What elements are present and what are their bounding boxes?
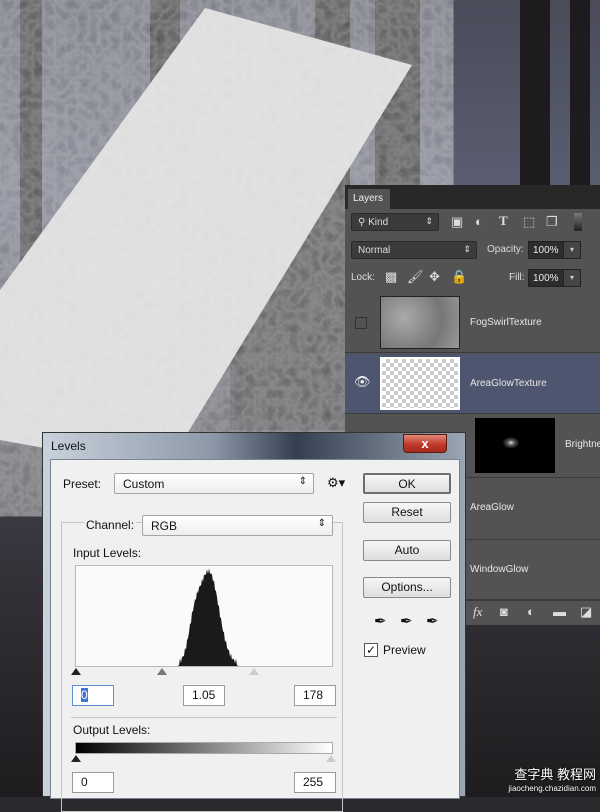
tab-layers[interactable]: Layers	[348, 189, 390, 209]
input-black-slider[interactable]	[71, 668, 81, 675]
smart-object-filter-icon[interactable]: ❐	[546, 214, 558, 230]
output-white-slider[interactable]	[326, 755, 336, 762]
histogram	[75, 565, 333, 667]
adjustment-layer-icon[interactable]: ◐	[527, 604, 535, 619]
add-mask-icon[interactable]: ◙	[500, 604, 508, 619]
fill-input[interactable]: 100%	[528, 269, 564, 287]
pixel-filter-icon[interactable]: ▣	[451, 214, 463, 230]
opacity-input[interactable]: 100%	[528, 241, 564, 259]
lock-transparent-icon[interactable]: ▩	[385, 269, 397, 285]
levels-dialog: Levels x Preset: Custom ⇕ ⚙▾ OK Reset Aut…	[42, 432, 466, 812]
lock-brush-icon[interactable]: 🖌	[407, 269, 424, 285]
layer-name: WindowGlow	[470, 564, 529, 575]
layer-thumbnail	[380, 296, 460, 349]
layer-name: FogSwirlTexture	[470, 317, 542, 328]
filter-kind-select[interactable]: ⚲ Kind ⇕	[351, 213, 439, 231]
preview-label: Preview	[383, 643, 426, 657]
layer-mask-thumbnail	[475, 418, 555, 473]
input-white-slider[interactable]	[249, 668, 259, 675]
lock-label: Lock:	[351, 272, 375, 283]
layer-name: AreaGlow	[470, 502, 514, 513]
lock-position-icon[interactable]: ✥	[429, 269, 440, 285]
preset-label: Preset:	[63, 477, 102, 491]
reset-button[interactable]: Reset	[363, 502, 451, 523]
watermark: 查字典 教程网 jiaocheng.chazidian.com	[508, 767, 596, 793]
visibility-toggle[interactable]	[355, 317, 367, 329]
layer-row-selected[interactable]: 👁 AreaGlowTexture	[345, 354, 600, 414]
fill-dropdown[interactable]: ▾	[563, 269, 581, 287]
close-button[interactable]: x	[403, 434, 447, 453]
gray-eyedropper-icon[interactable]: ✒	[400, 612, 413, 630]
channel-select[interactable]: RGB ⇕	[142, 515, 333, 536]
auto-button[interactable]: Auto	[363, 540, 451, 561]
fill-label: Fill:	[509, 272, 525, 283]
gear-icon[interactable]: ⚙▾	[327, 475, 345, 491]
input-white-field[interactable]: 178	[294, 685, 336, 706]
input-gamma-field[interactable]: 1.05	[183, 685, 225, 706]
output-black-field[interactable]: 0	[72, 772, 114, 793]
divider	[71, 717, 337, 718]
options-button[interactable]: Options...	[363, 577, 451, 598]
filter-toggle[interactable]	[574, 213, 582, 231]
preset-select[interactable]: Custom ⇕	[114, 473, 314, 494]
layer-row[interactable]: FogSwirlTexture	[345, 293, 600, 353]
eye-icon[interactable]: 👁	[354, 374, 371, 390]
white-eyedropper-icon[interactable]: ✒	[426, 612, 439, 630]
adjustment-filter-icon[interactable]: ◐	[475, 214, 483, 229]
layer-thumbnail	[380, 357, 460, 410]
fx-icon[interactable]: fx	[473, 604, 482, 620]
histogram-shape	[177, 568, 239, 666]
output-levels-label: Output Levels:	[73, 723, 151, 737]
shape-filter-icon[interactable]: ⬚	[523, 214, 535, 230]
new-layer-icon[interactable]: ◪	[580, 604, 592, 620]
output-black-slider[interactable]	[71, 755, 81, 762]
lock-all-icon[interactable]: 🔒	[451, 269, 467, 285]
output-gradient	[75, 742, 333, 754]
channel-label: Channel:	[84, 518, 137, 532]
layer-name: Brightne	[565, 439, 600, 450]
dialog-title: Levels	[51, 439, 86, 453]
preview-checkbox[interactable]: ✓	[364, 643, 378, 657]
layer-name: AreaGlowTexture	[470, 378, 547, 389]
opacity-dropdown[interactable]: ▾	[563, 241, 581, 259]
opacity-label: Opacity:	[487, 244, 524, 255]
input-levels-label: Input Levels:	[73, 546, 142, 560]
type-filter-icon[interactable]: T	[499, 213, 508, 229]
output-white-field[interactable]: 255	[294, 772, 336, 793]
input-black-field[interactable]: 0	[72, 685, 114, 706]
black-eyedropper-icon[interactable]: ✒	[374, 612, 387, 630]
blend-mode-select[interactable]: Normal ⇕	[351, 241, 477, 259]
folder-icon[interactable]: ▬	[553, 604, 566, 619]
input-gamma-slider[interactable]	[157, 668, 167, 675]
ok-button[interactable]: OK	[363, 473, 451, 494]
